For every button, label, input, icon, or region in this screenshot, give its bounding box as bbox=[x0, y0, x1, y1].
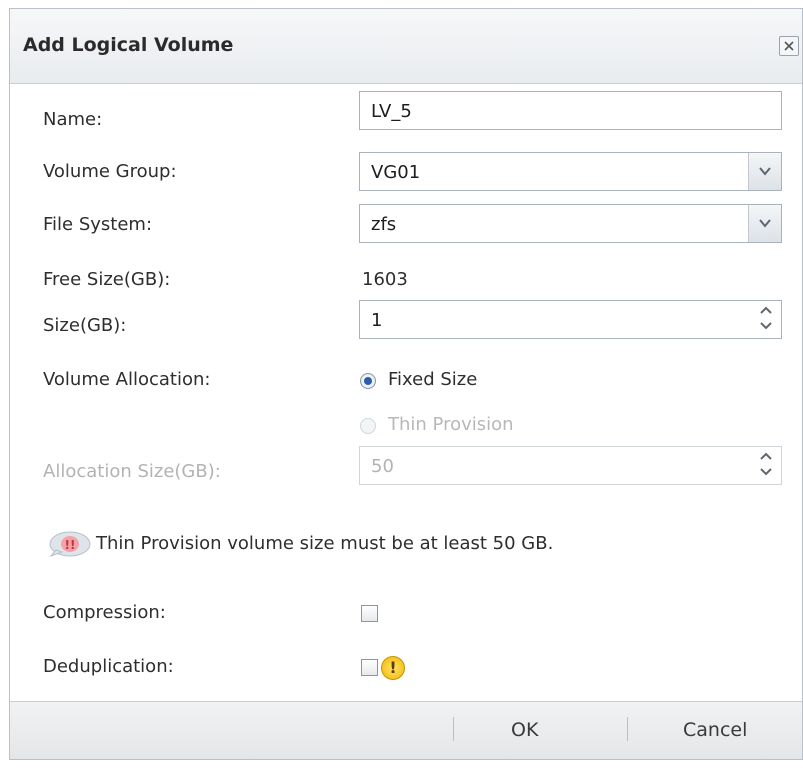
volume-group-label: Volume Group: bbox=[43, 161, 177, 182]
add-logical-volume-dialog: Add Logical Volume Name: LV_5 Volume Gro… bbox=[9, 8, 803, 760]
thin-provision-note: Thin Provision volume size must be at le… bbox=[96, 533, 554, 554]
warning-icon[interactable]: ! bbox=[381, 656, 405, 680]
spin-up-icon[interactable] bbox=[760, 306, 772, 314]
ok-button[interactable]: OK bbox=[511, 719, 538, 741]
deduplication-checkbox[interactable] bbox=[361, 659, 378, 676]
fixed-size-label[interactable]: Fixed Size bbox=[388, 369, 477, 390]
free-size-value: 1603 bbox=[362, 269, 408, 290]
dialog-title: Add Logical Volume bbox=[23, 34, 234, 56]
thin-provision-label[interactable]: Thin Provision bbox=[388, 414, 514, 435]
allocation-size-spinner[interactable] bbox=[751, 447, 781, 484]
allocation-size-value: 50 bbox=[371, 456, 394, 477]
name-input[interactable]: LV_5 bbox=[359, 91, 782, 130]
close-icon bbox=[784, 41, 794, 51]
spin-down-icon[interactable] bbox=[760, 468, 772, 476]
compression-checkbox[interactable] bbox=[361, 605, 378, 622]
footer-divider bbox=[453, 717, 454, 741]
fixed-size-radio[interactable] bbox=[360, 373, 376, 389]
svg-text:!!: !! bbox=[65, 538, 76, 552]
footer-divider bbox=[627, 717, 628, 741]
allocation-size-label: Allocation Size(GB): bbox=[43, 461, 221, 482]
free-size-label: Free Size(GB): bbox=[43, 269, 171, 290]
file-system-value: zfs bbox=[371, 214, 397, 235]
spin-down-icon[interactable] bbox=[760, 322, 772, 330]
size-input[interactable]: 1 bbox=[359, 300, 782, 339]
close-button[interactable] bbox=[779, 36, 799, 56]
file-system-label: File System: bbox=[43, 214, 153, 235]
volume-group-value: VG01 bbox=[371, 162, 421, 183]
dialog-titlebar[interactable]: Add Logical Volume bbox=[10, 9, 802, 84]
allocation-size-input[interactable]: 50 bbox=[359, 446, 782, 485]
deduplication-label: Deduplication: bbox=[43, 656, 174, 677]
compression-label: Compression: bbox=[43, 602, 166, 623]
name-label: Name: bbox=[43, 109, 103, 130]
size-input-value: 1 bbox=[371, 310, 383, 331]
thin-provision-radio[interactable] bbox=[360, 418, 376, 434]
name-input-value: LV_5 bbox=[371, 101, 412, 122]
spin-up-icon[interactable] bbox=[760, 452, 772, 460]
chevron-down-icon bbox=[759, 167, 771, 176]
volume-allocation-label: Volume Allocation: bbox=[43, 369, 211, 390]
size-label: Size(GB): bbox=[43, 315, 127, 336]
file-system-dropdown-button[interactable] bbox=[748, 205, 781, 242]
file-system-select[interactable]: zfs bbox=[359, 204, 782, 243]
volume-group-select[interactable]: VG01 bbox=[359, 152, 782, 191]
volume-group-dropdown-button[interactable] bbox=[748, 153, 781, 190]
chevron-down-icon bbox=[759, 219, 771, 228]
cancel-button[interactable]: Cancel bbox=[683, 719, 747, 741]
size-spinner[interactable] bbox=[751, 301, 781, 338]
dialog-footer: OK Cancel bbox=[10, 701, 802, 759]
info-bubble-icon: !! bbox=[49, 531, 91, 558]
